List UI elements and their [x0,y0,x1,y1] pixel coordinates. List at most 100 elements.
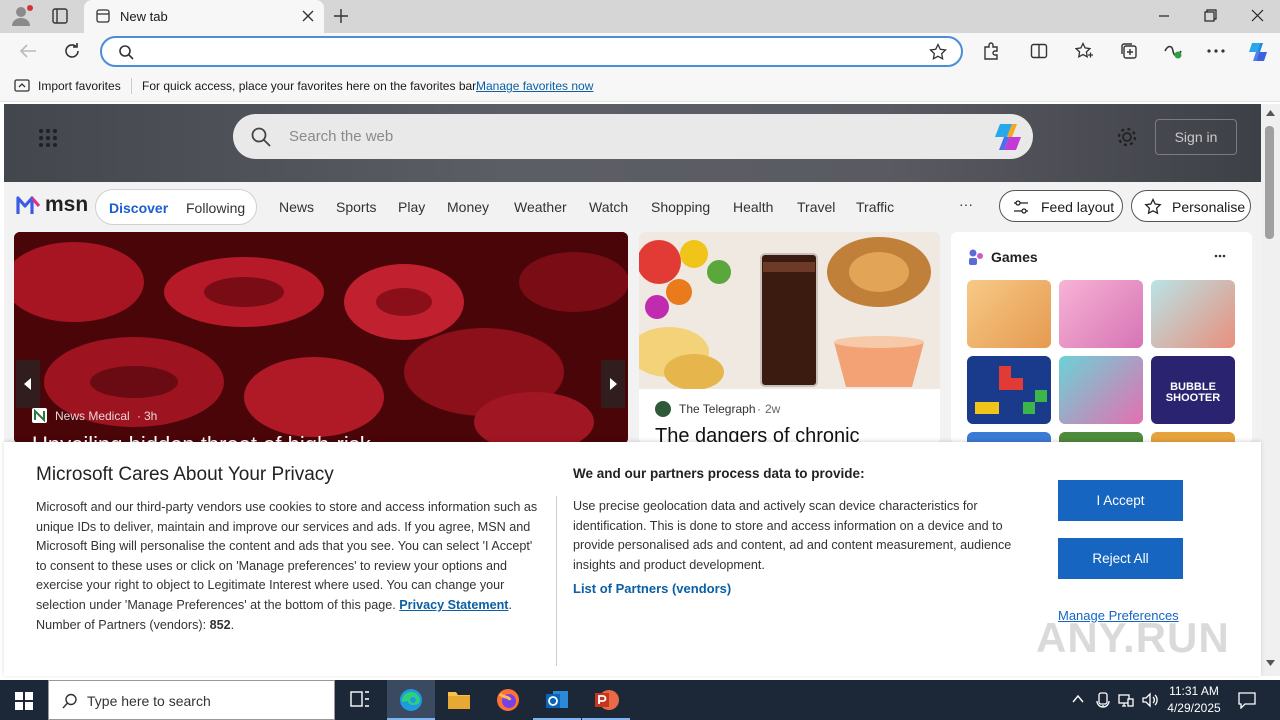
close-window-icon[interactable] [1251,9,1264,22]
firefox-icon[interactable] [484,680,532,720]
game-tile-6[interactable]: BUBBLE SHOOTER [1151,356,1235,424]
nav-health[interactable]: Health [733,199,773,215]
reject-all-button[interactable]: Reject All [1058,538,1183,579]
browser-essentials-icon[interactable] [1163,42,1183,60]
nav-shopping[interactable]: Shopping [651,199,710,215]
nav-watch[interactable]: Watch [589,199,628,215]
msn-nav: msn Discover Following News Sports Play … [4,182,1261,230]
accept-button[interactable]: I Accept [1058,480,1183,521]
nav-sports[interactable]: Sports [336,199,376,215]
privacy-banner: Microsoft Cares About Your Privacy Micro… [4,442,1261,676]
split-screen-icon[interactable] [1030,42,1048,60]
personalise-label: Personalise [1172,199,1246,215]
refresh-icon[interactable] [63,42,81,60]
game-tile-5[interactable] [1059,356,1143,424]
clock-time[interactable]: 11:31 AM [1159,684,1229,698]
sign-in-button[interactable]: Sign in [1155,119,1237,155]
privacy-statement-link[interactable]: Privacy Statement [399,598,508,612]
games-title: Games [991,249,1038,265]
file-explorer-icon[interactable] [435,680,483,720]
address-input[interactable] [142,42,902,62]
tab-new-tab[interactable]: New tab [84,0,324,33]
task-view-icon[interactable] [336,680,384,720]
app-launcher-icon[interactable] [38,128,58,148]
hero-age: 3h [144,409,158,423]
hero-prev-button[interactable] [16,360,40,408]
back-icon[interactable] [19,43,37,59]
privacy-body-text: Microsoft and our third-party vendors us… [36,500,538,612]
game-tile-6-label: BUBBLE SHOOTER [1165,381,1221,404]
scroll-up-icon[interactable] [1266,110,1275,116]
scroll-down-icon[interactable] [1266,660,1275,666]
nav-news[interactable]: News [279,199,314,215]
favorites-icon[interactable] [1075,42,1094,60]
minimize-icon[interactable] [1158,10,1170,22]
nav-money[interactable]: Money [447,199,489,215]
web-search-box[interactable]: Search the web [233,114,1033,159]
the-telegraph-logo-icon [655,401,671,417]
notification-center-icon[interactable] [1238,691,1256,709]
game-tile-3[interactable] [1151,280,1235,348]
hero-next-button[interactable] [601,360,625,408]
nav-play[interactable]: Play [398,199,425,215]
address-bar[interactable] [100,36,963,67]
msn-logo[interactable] [16,192,42,216]
discover-following-toggle: Discover Following [95,189,257,225]
privacy-body: Microsoft and our third-party vendors us… [36,500,538,632]
taskbar-search-box[interactable]: Type here to search [48,680,335,720]
manage-favorites-link[interactable]: Manage favorites now [476,79,593,93]
powerpoint-icon[interactable] [582,680,630,720]
restore-icon[interactable] [1204,9,1217,22]
games-more-icon[interactable] [1214,254,1226,258]
nav-weather[interactable]: Weather [514,199,567,215]
list-of-partners-link[interactable]: List of Partners (vendors) [573,581,731,596]
volume-icon[interactable] [1142,692,1160,708]
tab-discover[interactable]: Discover [109,200,168,216]
meet-now-icon[interactable] [1096,692,1110,708]
game-tile-1[interactable] [967,280,1051,348]
tab-following[interactable]: Following [186,200,245,216]
edge-taskbar-icon[interactable] [387,680,435,720]
extensions-icon[interactable] [982,42,1000,60]
mid-source: The Telegraph [679,402,756,416]
personalise-button[interactable]: Personalise [1131,190,1251,222]
new-tab-page-icon [96,9,110,23]
tray-overflow-icon[interactable] [1072,694,1084,704]
profile-icon[interactable] [10,5,34,27]
windows-start-icon[interactable] [15,692,33,710]
process-title: We and our partners process data to prov… [573,466,865,481]
game-tile-2[interactable] [1059,280,1143,348]
windows-taskbar: Type here to search 11:31 AM 4/29/2025 [0,680,1280,720]
new-tab-plus-icon[interactable] [333,8,349,24]
import-favorites-button[interactable]: Import favorites [38,79,121,93]
feed-layout-button[interactable]: Feed layout [999,190,1123,222]
web-search-icon [251,127,271,147]
mid-age: 2w [765,402,781,416]
hero-story-card[interactable]: News Medical · 3h Unveiling hidden threa… [14,232,628,444]
anyrun-watermark: ANY.RUN [1036,614,1230,661]
more-menu-icon[interactable] [1207,49,1225,53]
copilot-icon[interactable] [1246,40,1270,64]
favorite-star-icon[interactable] [929,43,947,61]
network-icon[interactable] [1118,692,1134,708]
browser-toolbar [0,33,1280,70]
close-tab-icon[interactable] [302,10,314,22]
nav-travel[interactable]: Travel [797,199,835,215]
favorites-hint: For quick access, place your favorites h… [142,79,479,93]
nav-more-button[interactable]: ··· [959,196,973,212]
copilot-search-icon[interactable] [992,122,1024,152]
tab-actions-icon[interactable] [52,8,68,24]
collections-icon[interactable] [1120,42,1138,60]
clock-date[interactable]: 4/29/2025 [1159,701,1229,715]
scroll-thumb[interactable] [1265,126,1274,239]
nav-traffic[interactable]: Traffic [856,199,894,215]
process-body: Use precise geolocation data and activel… [573,499,1012,572]
games-card: Games BUBBLE SHOOTER [951,232,1252,444]
outlook-icon[interactable] [533,680,581,720]
page-scrollbar[interactable] [1261,104,1280,676]
games-icon [967,248,985,266]
settings-gear-icon[interactable] [1116,126,1138,148]
game-tile-4[interactable] [967,356,1051,424]
feed-layout-label: Feed layout [1041,199,1115,215]
story-card[interactable]: The Telegraph · 2w The dangers of chroni… [639,232,940,444]
